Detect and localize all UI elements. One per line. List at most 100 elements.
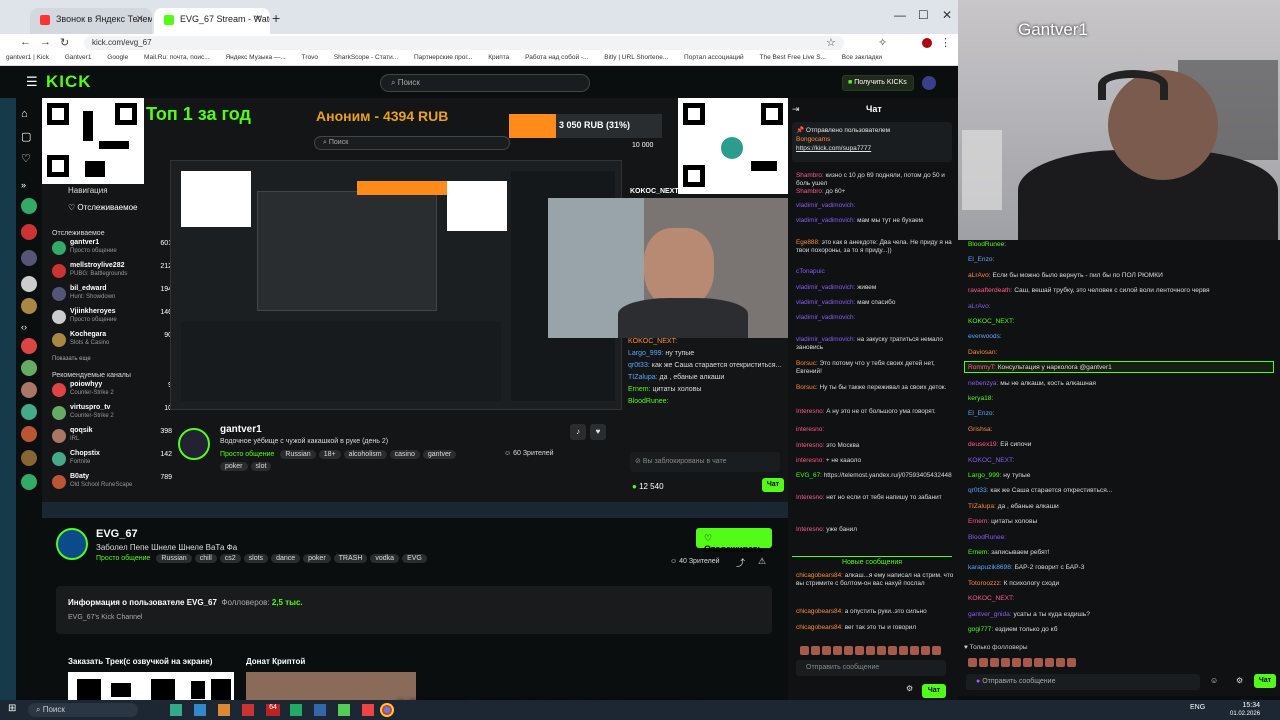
chat-username[interactable]: vladimir_vadimovich: <box>796 314 855 321</box>
chat-username[interactable]: Largo_999: <box>628 350 663 357</box>
get-kicks-button[interactable]: ■ Получить KICKs <box>842 75 914 91</box>
heart-icon[interactable]: ♡ <box>21 152 37 168</box>
overlay-chat-button[interactable]: Чат <box>1254 674 1276 688</box>
channel-avatar[interactable] <box>21 474 37 490</box>
collapse-icon[interactable]: ‹› <box>21 322 37 338</box>
close-tab-icon[interactable]: ✕ <box>254 14 262 25</box>
overlay-chat-input[interactable]: ● Отправить сообщение <box>966 674 1200 690</box>
sidebar-channel[interactable]: qoqsik IRL 398 <box>52 427 172 448</box>
channel-avatar[interactable] <box>21 224 37 240</box>
taskbar-app-icon[interactable] <box>362 704 374 716</box>
tag[interactable]: cs2 <box>219 554 241 563</box>
sidebar-channel[interactable]: Kochegara Slots & Casino 90 <box>52 331 172 352</box>
bookmark-item[interactable]: Яндекс Музыка —... <box>225 54 285 61</box>
show-more-link[interactable]: Показать еще <box>52 356 172 362</box>
profile-avatar[interactable] <box>922 38 932 48</box>
chat-username[interactable]: Ege888: <box>796 239 820 246</box>
tag[interactable]: 18+ <box>318 450 341 459</box>
tag[interactable]: chill <box>194 554 217 563</box>
sidebar-channel[interactable]: virtuspro_tv Counter-Strike 2 10 <box>52 404 172 425</box>
taskbar-app-icon[interactable] <box>170 704 182 716</box>
emote-picker-icon[interactable]: ☺ <box>1210 676 1218 685</box>
taskbar-app-icon[interactable]: 64 <box>266 704 280 716</box>
tag[interactable]: vodka <box>370 554 400 563</box>
bookmark-item[interactable]: Mail.Ru: почта, поис... <box>144 54 210 61</box>
channel-avatar[interactable] <box>21 404 37 420</box>
user-avatar[interactable] <box>922 76 936 90</box>
chat-username[interactable]: BloodRunee: <box>628 398 668 405</box>
bookmark-item[interactable]: Партнерские прог... <box>414 54 472 61</box>
chat-send-button[interactable]: Чат <box>762 478 784 492</box>
chat-username[interactable]: Shambro: <box>796 188 824 195</box>
sidebar-channel[interactable]: bil_edward Hunt: Showdown 194 <box>52 285 172 306</box>
taskbar-app-icon[interactable] <box>290 704 302 716</box>
taskbar-app-icon[interactable] <box>194 704 206 716</box>
url-field[interactable]: kick.com/evg_67 <box>84 36 844 50</box>
chat-username[interactable]: qr0t33: <box>628 362 650 369</box>
channel-avatar[interactable] <box>21 276 37 292</box>
tag[interactable]: EVG <box>402 554 427 563</box>
menu-dots-icon[interactable]: ⋮ <box>940 36 951 49</box>
taskbar-app-icon[interactable] <box>218 704 230 716</box>
taskbar-clock[interactable]: 15:34 01.02.2026 <box>1230 701 1260 719</box>
channel-avatar[interactable] <box>21 250 37 266</box>
bookmark-star-icon[interactable]: ☆ <box>826 36 836 49</box>
chat-username[interactable]: vladimir_vadimovich: <box>796 336 855 343</box>
forward-icon[interactable]: → <box>40 36 51 48</box>
chat-username[interactable]: Interesno: <box>796 408 824 415</box>
chrome-icon[interactable] <box>380 703 394 717</box>
tag[interactable]: alcoholism <box>343 450 387 459</box>
minimize-icon[interactable]: — <box>894 8 906 22</box>
channel-avatar[interactable] <box>21 338 37 354</box>
chat-username[interactable]: interesno: <box>796 426 824 433</box>
channel-name[interactable]: EVG_67 <box>96 528 138 540</box>
taskbar-app-icon[interactable] <box>338 704 350 716</box>
channel-avatar[interactable] <box>21 426 37 442</box>
settings-icon[interactable]: ⚙ <box>1236 676 1243 685</box>
chat-username[interactable]: Interesno: <box>796 526 824 533</box>
bookmark-item[interactable]: Google <box>107 54 128 61</box>
sidebar-channel[interactable]: gantver1 Просто общение 601 <box>52 239 172 260</box>
chat-username[interactable]: vladimir_vadimovich: <box>796 202 855 209</box>
sidebar-channel[interactable]: Chopstix Fortnite 142 <box>52 450 172 471</box>
streamer-avatar[interactable] <box>178 428 210 460</box>
bell-icon[interactable]: ♪ <box>570 424 586 440</box>
tag[interactable]: Russian <box>280 450 316 459</box>
taskbar-search[interactable]: ⌕ Поиск <box>28 703 138 717</box>
close-tab-icon[interactable]: ✕ <box>136 14 144 25</box>
follow-button[interactable]: ♡ Отслеживать <box>696 528 772 554</box>
kick-logo[interactable]: KICK <box>46 72 92 92</box>
new-tab-icon[interactable]: + <box>272 10 280 26</box>
reload-icon[interactable]: ↻ <box>60 36 69 49</box>
bookmark-item[interactable]: Trovo <box>302 54 318 61</box>
taskbar-app-icon[interactable] <box>242 704 254 716</box>
chat-username[interactable]: EVG_67: <box>796 472 822 479</box>
collapse-chat-icon[interactable]: ⇥ <box>792 104 800 115</box>
bookmark-item[interactable]: gantver1 | Kick <box>6 54 49 61</box>
stream-video[interactable]: Навигация ♡ Отслеживаемое Отслеживаемое … <box>42 98 788 510</box>
bookmark-item[interactable]: Все закладки <box>842 54 882 61</box>
chat-username[interactable]: cTonapuic <box>796 268 825 275</box>
chat-send-button[interactable]: Чат <box>922 684 946 698</box>
browse-icon[interactable]: ▢ <box>21 130 37 146</box>
tag[interactable]: gantver <box>422 450 457 459</box>
tag[interactable]: slot <box>250 462 272 471</box>
channel-avatar[interactable] <box>56 528 88 560</box>
tag[interactable]: poker <box>303 554 331 563</box>
settings-icon[interactable]: ⚙ <box>906 684 913 693</box>
language-indicator[interactable]: ENG <box>1190 704 1205 711</box>
chat-username[interactable]: chicagobears84: <box>796 572 843 579</box>
chat-username[interactable]: Interesno: <box>796 494 824 501</box>
pinned-link[interactable]: https://kick.com/supa7777 <box>796 145 948 152</box>
following-link[interactable]: ♡ Отслеживаемое <box>52 203 172 212</box>
channel-avatar[interactable] <box>21 450 37 466</box>
taskbar-app-icon[interactable] <box>314 704 326 716</box>
search-input[interactable]: ⌕ Поиск <box>380 74 590 92</box>
sidebar-channel[interactable]: Vjiinkheroyes Просто общение 146 <box>52 308 172 329</box>
chat-username[interactable]: KOKOC_NEXT: <box>628 338 677 345</box>
bookmark-item[interactable]: The Best Free Live S... <box>760 54 826 61</box>
tag[interactable]: TRASH <box>333 554 368 563</box>
browser-tab-active[interactable]: EVG_67 Stream - Watch Live o ✕ <box>154 8 270 34</box>
bookmark-item[interactable]: Крипта <box>488 54 509 61</box>
sidebar-channel[interactable]: poiowhyyCounter-Strike 29 <box>52 381 172 402</box>
